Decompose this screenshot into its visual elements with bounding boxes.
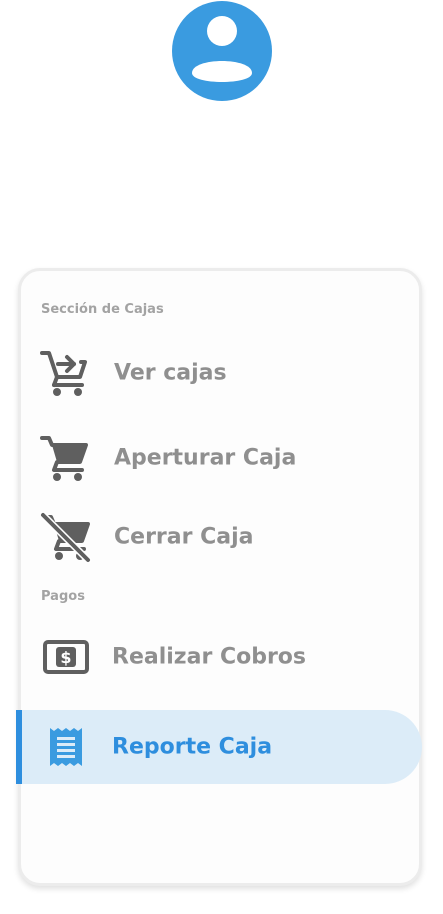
cart-icon bbox=[40, 436, 88, 481]
menu-item-label: Aperturar Caja bbox=[114, 445, 297, 471]
section-title-pagos: Pagos bbox=[41, 589, 85, 604]
menu-item-reporte-caja[interactable]: Reporte Caja bbox=[16, 710, 422, 784]
menu-item-label: Ver cajas bbox=[114, 360, 227, 386]
menu-item-label: Realizar Cobros bbox=[112, 644, 307, 670]
receipt-icon bbox=[50, 728, 82, 766]
menu-item-label: Reporte Caja bbox=[112, 734, 273, 760]
menu-item-cerrar-caja[interactable]: Cerrar Caja bbox=[16, 500, 422, 574]
menu-item-ver-cajas[interactable]: Ver cajas bbox=[16, 336, 422, 410]
active-indicator bbox=[16, 710, 22, 784]
sidebar-page: Sección de Cajas Ver cajas Aperturar Caj… bbox=[0, 0, 443, 914]
section-title-cajas: Sección de Cajas bbox=[41, 302, 164, 317]
menu-item-realizar-cobros[interactable]: $ Realizar Cobros bbox=[16, 620, 422, 694]
cash-icon: $ bbox=[43, 640, 89, 674]
cart-arrow-right-icon bbox=[40, 351, 87, 396]
menu-item-label: Cerrar Caja bbox=[114, 524, 254, 550]
svg-text:$: $ bbox=[60, 648, 71, 667]
avatar-icon[interactable] bbox=[172, 1, 272, 101]
menu-item-aperturar-caja[interactable]: Aperturar Caja bbox=[16, 421, 422, 495]
cart-off-icon bbox=[40, 511, 92, 563]
